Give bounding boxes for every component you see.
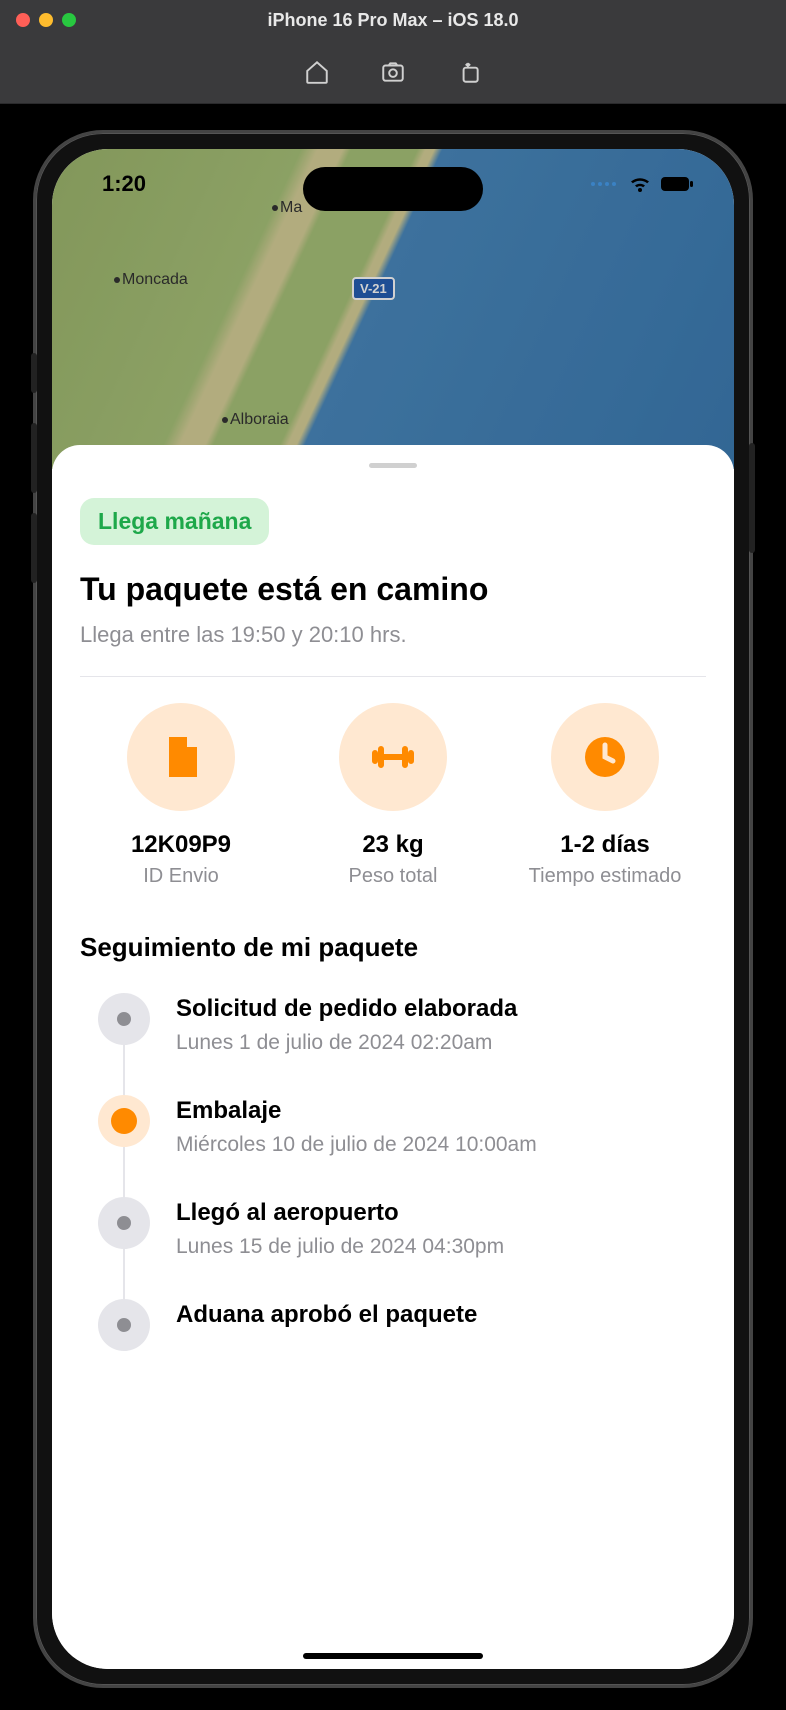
clock-icon (551, 703, 659, 811)
stat-label: Tiempo estimado (504, 865, 706, 888)
sheet-subtitle: Llega entre las 19:50 y 20:10 hrs. (80, 622, 706, 648)
timeline-title: Aduana aprobó el paquete (176, 1301, 706, 1329)
stat-value: 23 kg (292, 831, 494, 859)
arrival-badge: Llega mañana (80, 498, 269, 545)
divider (80, 676, 706, 677)
side-button (749, 443, 755, 553)
tracking-heading: Seguimiento de mi paquete (80, 932, 706, 963)
wifi-icon (628, 174, 652, 194)
battery-icon (660, 175, 694, 193)
map-city-label: Moncada (114, 271, 188, 289)
stat-shipment-id: 12K09P9 ID Envio (80, 703, 282, 888)
timeline-title: Solicitud de pedido elaborada (176, 995, 706, 1023)
rotate-button[interactable] (456, 59, 482, 85)
screenshot-button[interactable] (380, 59, 406, 85)
stat-value: 1-2 días (504, 831, 706, 859)
timeline-item: Aduana aprobó el paquete (98, 1299, 706, 1351)
close-window-button[interactable] (16, 13, 30, 27)
bottom-sheet[interactable]: Llega mañana Tu paquete está en camino L… (52, 445, 734, 1669)
timeline: Solicitud de pedido elaborada Lunes 1 de… (80, 993, 706, 1351)
simulator-titlebar: iPhone 16 Pro Max – iOS 18.0 (0, 0, 786, 40)
timeline-item: Solicitud de pedido elaborada Lunes 1 de… (98, 993, 706, 1055)
simulator-title: iPhone 16 Pro Max – iOS 18.0 (267, 10, 518, 31)
timeline-item: Embalaje Miércoles 10 de julio de 2024 1… (98, 1095, 706, 1157)
home-indicator[interactable] (303, 1653, 483, 1659)
document-icon (127, 703, 235, 811)
timeline-date: Lunes 1 de julio de 2024 02:20am (176, 1031, 706, 1055)
recording-dots-icon (591, 182, 616, 186)
timeline-marker-done (98, 1197, 150, 1249)
stat-value: 12K09P9 (80, 831, 282, 859)
timeline-date: Miércoles 10 de julio de 2024 10:00am (176, 1133, 706, 1157)
stat-label: Peso total (292, 865, 494, 888)
timeline-marker-done (98, 1299, 150, 1351)
dumbbell-icon (339, 703, 447, 811)
timeline-item: Llegó al aeropuerto Lunes 15 de julio de… (98, 1197, 706, 1259)
road-sign: V-21 (352, 277, 395, 300)
timeline-date: Lunes 15 de julio de 2024 04:30pm (176, 1235, 706, 1259)
status-time: 1:20 (102, 171, 146, 197)
sheet-grabber[interactable] (369, 463, 417, 468)
stat-eta: 1-2 días Tiempo estimado (504, 703, 706, 888)
side-button (31, 513, 37, 583)
side-button (31, 423, 37, 493)
timeline-marker-done (98, 993, 150, 1045)
phone-screen: 1:20 Ma Moncada Alboraia V-21 (52, 149, 734, 1669)
map-city-label: Alboraia (222, 411, 289, 429)
window-controls (16, 13, 76, 27)
timeline-title: Embalaje (176, 1097, 706, 1125)
minimize-window-button[interactable] (39, 13, 53, 27)
side-button (31, 353, 37, 393)
zoom-window-button[interactable] (62, 13, 76, 27)
timeline-title: Llegó al aeropuerto (176, 1199, 706, 1227)
stat-weight: 23 kg Peso total (292, 703, 494, 888)
timeline-marker-active (98, 1095, 150, 1147)
dynamic-island (303, 167, 483, 211)
stat-label: ID Envio (80, 865, 282, 888)
sheet-title: Tu paquete está en camino (80, 571, 706, 608)
phone-frame: 1:20 Ma Moncada Alboraia V-21 (33, 130, 753, 1688)
timeline-line (123, 1023, 125, 1331)
home-button[interactable] (304, 59, 330, 85)
simulator-toolbar (0, 40, 786, 104)
stats-row: 12K09P9 ID Envio 23 kg Peso total (80, 703, 706, 888)
